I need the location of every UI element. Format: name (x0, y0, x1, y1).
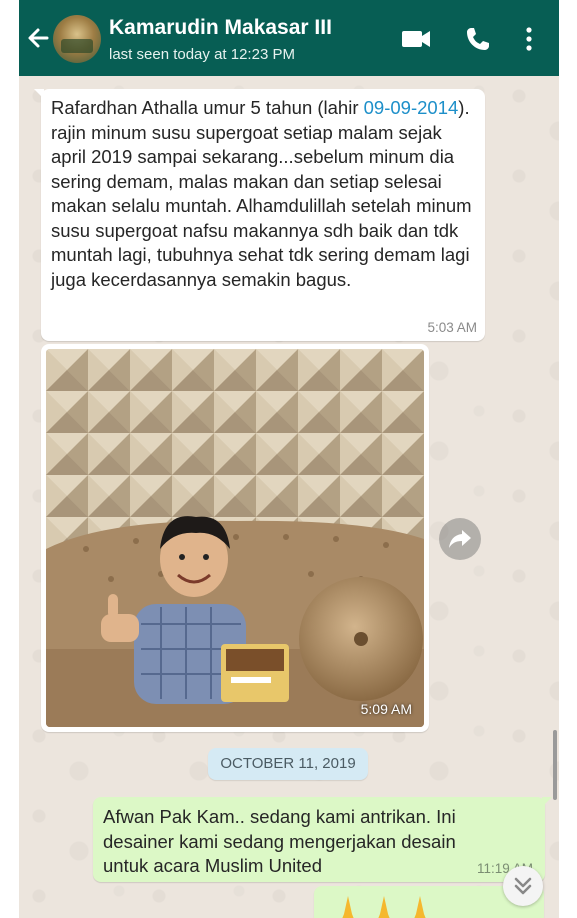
date-link[interactable]: 09-09-2014 (364, 97, 459, 118)
date-divider: OCTOBER 11, 2019 (208, 748, 368, 780)
incoming-text-message[interactable]: Rafardhan Athalla umur 5 tahun (lahir 09… (34, 89, 485, 341)
video-call-icon[interactable] (401, 26, 431, 52)
photo-time: 5:09 AM (360, 701, 412, 717)
scrollbar[interactable] (553, 730, 557, 800)
forward-button[interactable] (439, 518, 481, 560)
chat-header: Kamarudin Makasar III last seen today at… (19, 0, 559, 76)
folded-hands-icon (414, 896, 426, 918)
chat-screen: Kamarudin Makasar III last seen today at… (19, 0, 559, 918)
avatar[interactable] (53, 15, 101, 63)
incoming-image-message[interactable]: 5:09 AM (41, 344, 429, 732)
message-time: 5:03 AM (427, 320, 477, 335)
photo-illustration (46, 349, 424, 727)
last-seen-status: last seen today at 12:23 PM (109, 46, 295, 63)
contact-name[interactable]: Kamarudin Makasar III (109, 16, 332, 40)
message-text: Rafardhan Athalla umur 5 tahun (lahir 09… (51, 96, 479, 292)
double-chevron-down-icon (514, 877, 532, 895)
folded-hands-icon (342, 896, 354, 918)
message-text: Afwan Pak Kam.. sedang kami antrikan. In… (103, 806, 456, 876)
emoji-row (342, 896, 426, 918)
message-photo[interactable]: 5:09 AM (46, 349, 424, 727)
message-text-before: Rafardhan Athalla umur 5 tahun (lahir (51, 97, 364, 118)
outgoing-text-message[interactable]: Afwan Pak Kam.. sedang kami antrikan. In… (93, 797, 552, 882)
message-text-after: ). rajin minum susu supergoat setiap mal… (51, 97, 472, 290)
forward-icon (449, 530, 471, 548)
scroll-to-bottom-button[interactable] (503, 866, 543, 906)
folded-hands-icon (378, 896, 390, 918)
phone-call-icon[interactable] (465, 26, 491, 52)
more-options-icon[interactable] (524, 26, 534, 52)
back-arrow-icon[interactable] (25, 24, 51, 52)
